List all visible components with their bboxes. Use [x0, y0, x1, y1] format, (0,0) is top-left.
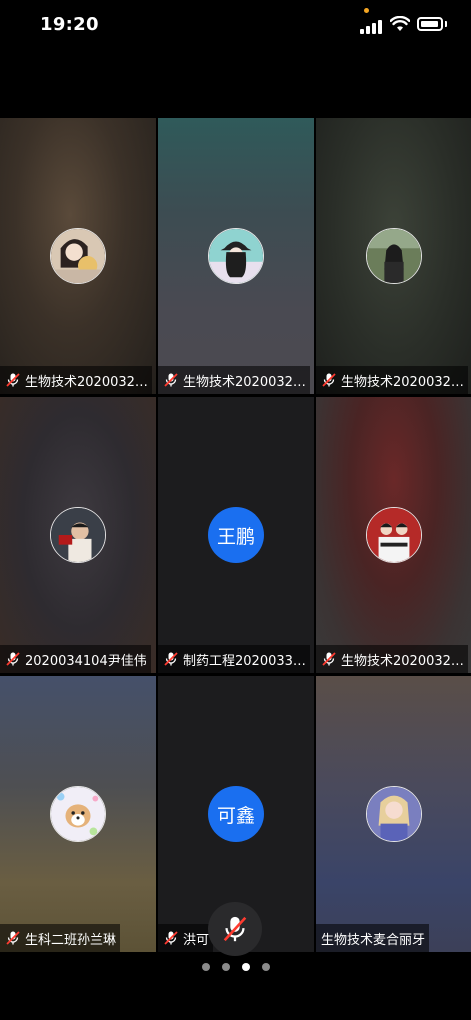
participant-avatar: [208, 228, 264, 284]
participant-avatar: [366, 507, 422, 563]
mic-muted-icon: [164, 373, 178, 387]
battery-icon: [417, 17, 443, 31]
participant-avatar: [50, 228, 106, 284]
participant-avatar: 可鑫: [208, 786, 264, 842]
page-dot[interactable]: [221, 963, 230, 971]
participant-name: 生物技术2020032…: [25, 374, 148, 390]
mute-toggle-button[interactable]: [208, 902, 262, 956]
cellular-signal-icon: [360, 18, 384, 34]
participant-name: 生物技术2020032…: [341, 374, 464, 390]
participant-name: 制药工程2020033…: [183, 653, 306, 669]
participant-name: 生科二班孙兰琳: [25, 932, 117, 948]
status-bar: 19:20: [0, 0, 471, 52]
participant-tile[interactable]: 生物技术2020032…: [316, 397, 471, 673]
participant-name: 生物技术2020032…: [341, 653, 464, 669]
participant-name-bar: 生物技术2020032…: [0, 366, 152, 394]
participant-name: 2020034104尹佳伟: [25, 653, 147, 669]
mic-muted-icon: [6, 373, 20, 387]
participant-name-bar: 生物技术2020032…: [316, 366, 468, 394]
participant-tile[interactable]: 王鹏 制药工程2020033…: [158, 397, 314, 673]
participant-tile[interactable]: 2020034104尹佳伟: [0, 397, 156, 673]
mic-muted-icon: [164, 652, 178, 666]
participant-name-bar: 生物技术2020032…: [158, 366, 310, 394]
status-time: 19:20: [40, 14, 99, 35]
participant-tile[interactable]: 生物技术2020032…: [0, 118, 156, 394]
mic-muted-icon: [164, 931, 178, 945]
participant-tile[interactable]: 生物技术2020032…: [316, 118, 471, 394]
participant-name: 洪可: [183, 932, 210, 948]
participant-avatar: [50, 786, 106, 842]
participant-avatar: [366, 786, 422, 842]
battery-tip: [445, 21, 447, 27]
participant-name-bar: 制药工程2020033…: [158, 645, 310, 673]
mic-muted-icon: [6, 652, 20, 666]
page-indicator[interactable]: [0, 963, 471, 975]
page-dot[interactable]: [201, 963, 210, 971]
mic-muted-icon: [223, 916, 247, 942]
participant-name-bar: 生物技术2020032…: [316, 645, 468, 673]
participant-name-bar: 生科二班孙兰琳: [0, 924, 121, 952]
participant-name: 生物技术2020032…: [183, 374, 306, 390]
mic-muted-icon: [322, 652, 336, 666]
participant-avatar: 王鹏: [208, 507, 264, 563]
mic-in-use-indicator: [364, 8, 369, 13]
participant-avatar: [50, 507, 106, 563]
participant-name-bar: 洪可: [158, 924, 214, 952]
participant-tile[interactable]: 生物技术麦合丽牙: [316, 676, 471, 952]
participant-avatar: [366, 228, 422, 284]
participant-name-bar: 生物技术麦合丽牙: [316, 924, 430, 952]
page-dot[interactable]: [241, 963, 250, 971]
participant-name: 生物技术麦合丽牙: [321, 932, 426, 948]
participant-tile[interactable]: 生物技术2020032…: [158, 118, 314, 394]
video-grid: 生物技术2020032… 生物技术2020032… 生物技术2020032… 2…: [0, 118, 471, 952]
page-dot[interactable]: [261, 963, 270, 971]
mic-muted-icon: [6, 931, 20, 945]
participant-tile[interactable]: 生科二班孙兰琳: [0, 676, 156, 952]
mic-muted-icon: [322, 373, 336, 387]
wifi-icon: [390, 16, 410, 31]
participant-name-bar: 2020034104尹佳伟: [0, 645, 151, 673]
